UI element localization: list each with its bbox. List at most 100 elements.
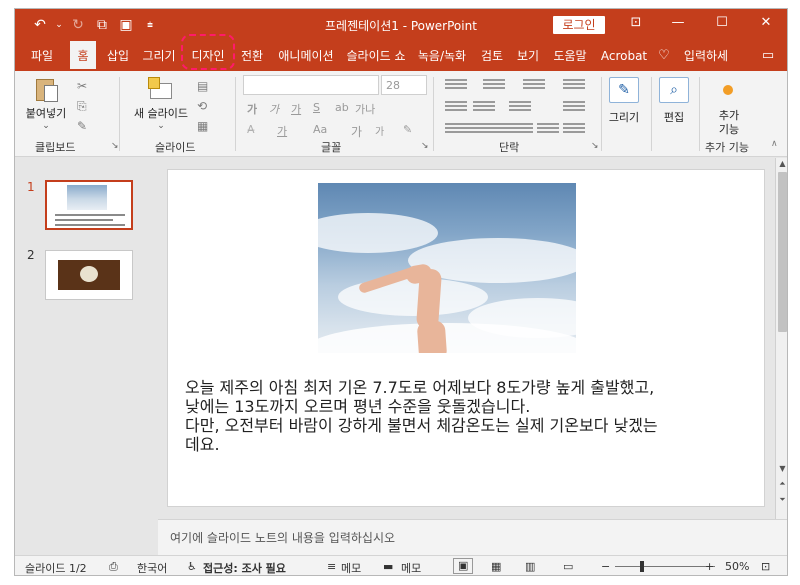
close-icon[interactable]: ✕ — [751, 15, 781, 35]
comments-status-icon[interactable]: ▬ — [383, 560, 393, 573]
tell-me-input[interactable]: 입력하세 — [679, 41, 733, 71]
spellcheck-icon[interactable]: ⎙ — [109, 560, 118, 574]
notes-toggle[interactable]: 메모 — [341, 560, 361, 575]
tab-review[interactable]: 검토 — [477, 41, 507, 71]
fit-to-window-icon[interactable]: ⊡ — [761, 560, 770, 573]
undo-dropdown-icon[interactable]: ⌄ — [55, 15, 63, 35]
paragraph-launcher-icon[interactable]: ↘ — [591, 141, 599, 151]
tab-transitions[interactable]: 전환 — [237, 41, 267, 71]
align-left-icon[interactable] — [445, 123, 467, 137]
numbering-icon[interactable] — [483, 79, 505, 93]
line-spacing-icon[interactable] — [523, 79, 545, 93]
tab-acrobat[interactable]: Acrobat — [599, 41, 649, 71]
highlight-icon[interactable]: ✎ — [403, 123, 412, 136]
slide-body-text[interactable]: 오늘 제주의 아침 최저 기온 7.7도로 어제보다 8도가량 높게 출발했고,… — [185, 378, 745, 454]
decrease-indent-icon[interactable] — [445, 101, 467, 115]
slideshow-view-icon[interactable]: ▭ — [563, 560, 573, 573]
convert-smartart-icon[interactable] — [563, 123, 585, 137]
redo-icon[interactable]: ↻ — [69, 15, 87, 35]
zoom-slider-handle[interactable] — [640, 561, 644, 572]
addins-icon[interactable] — [723, 85, 733, 95]
customize-icon[interactable]: ⩧ — [141, 15, 159, 35]
shadow-button[interactable]: S — [313, 101, 320, 114]
tab-animations[interactable]: 애니메이션 — [273, 41, 339, 71]
align-center-icon[interactable] — [467, 123, 489, 137]
minimize-icon[interactable]: — — [663, 15, 693, 35]
notes-icon[interactable]: ≡ — [327, 560, 336, 573]
comments-toggle[interactable]: 메모 — [401, 560, 421, 575]
bold-button[interactable]: 가 — [247, 101, 257, 117]
paste-button[interactable]: 붙여넣기 ⌄ — [21, 77, 71, 131]
tab-record[interactable]: 녹음/녹화 — [413, 41, 471, 71]
increase-font-button[interactable]: 가 — [351, 123, 362, 140]
vertical-scrollbar[interactable]: ▲ ▼ ⏶ ⏷ — [775, 158, 787, 519]
draw-icon[interactable]: ✎ — [609, 77, 639, 103]
tab-insert[interactable]: 삽입 — [101, 41, 135, 71]
notes-pane[interactable]: 여기에 슬라이드 노트의 내용을 입력하십시오 — [158, 519, 787, 555]
slide-thumbnail-1[interactable] — [45, 180, 133, 230]
tab-file[interactable]: 파일 — [25, 41, 59, 71]
strikethrough-icon[interactable]: ab — [335, 101, 349, 114]
reset-icon[interactable]: ⟲ — [197, 99, 207, 113]
text-direction-icon[interactable] — [563, 79, 585, 93]
tab-help[interactable]: 도움말 — [549, 41, 591, 71]
section-icon[interactable]: ▦ — [197, 119, 208, 133]
copy-icon[interactable]: ⎘ — [77, 99, 87, 114]
underline-button[interactable]: 가 — [291, 101, 301, 117]
zoom-in-icon[interactable]: + — [705, 560, 714, 573]
reading-view-icon[interactable]: ▥ — [525, 560, 535, 573]
edit-button[interactable]: 편집 — [655, 109, 693, 125]
align-text-icon[interactable] — [563, 101, 585, 115]
tab-design[interactable]: 디자인 — [185, 41, 231, 71]
maximize-icon[interactable]: ☐ — [707, 15, 737, 35]
font-name-combobox[interactable] — [243, 75, 379, 95]
draw-button[interactable]: 그리기 — [603, 109, 645, 125]
align-right-icon[interactable] — [489, 123, 511, 137]
tab-view[interactable]: 보기 — [513, 41, 543, 71]
undo-icon[interactable]: ↶ — [31, 15, 49, 35]
normal-view-icon[interactable]: ▣ — [453, 558, 474, 574]
slide-sorter-icon[interactable]: ▦ — [491, 560, 501, 573]
slide-photo[interactable] — [318, 183, 576, 353]
char-spacing-button[interactable]: 가나 — [355, 101, 375, 117]
columns-icon[interactable] — [509, 101, 531, 115]
zoom-level[interactable]: 50% — [725, 560, 749, 573]
login-button[interactable]: 로그인 — [553, 16, 605, 34]
clipboard-launcher-icon[interactable]: ↘ — [111, 141, 119, 151]
decrease-font-button[interactable]: 가 — [375, 123, 384, 138]
next-slide-icon[interactable]: ⏷ — [776, 494, 787, 506]
font-launcher-icon[interactable]: ↘ — [421, 141, 429, 151]
collapse-ribbon-icon[interactable]: ∧ — [771, 139, 778, 149]
change-case-button[interactable]: Aa — [313, 123, 327, 136]
increase-indent-icon[interactable] — [473, 101, 495, 115]
font-size-combobox[interactable]: 28 — [381, 75, 427, 95]
zoom-slider[interactable] — [615, 566, 715, 567]
clear-format-icon[interactable]: A̶ — [247, 123, 255, 136]
bullets-icon[interactable] — [445, 79, 467, 93]
scrollbar-thumb[interactable] — [778, 172, 787, 332]
scroll-up-icon[interactable]: ▲ — [776, 158, 787, 170]
new-slide-button[interactable]: 새 슬라이드 ⌄ — [127, 77, 195, 131]
smartart-icon[interactable] — [537, 123, 559, 137]
addins-button[interactable]: 추가 기능 — [705, 109, 753, 137]
font-color-button[interactable]: 가 — [277, 123, 287, 139]
comments-icon[interactable]: ▭ — [755, 41, 781, 71]
format-painter-icon[interactable]: ✎ — [77, 119, 87, 133]
tab-slideshow[interactable]: 슬라이드 쇼 — [343, 41, 409, 71]
italic-button[interactable]: 가 — [269, 101, 279, 117]
current-slide[interactable]: 오늘 제주의 아침 최저 기온 7.7도로 어제보다 8도가량 높게 출발했고,… — [167, 169, 765, 507]
scroll-down-icon[interactable]: ▼ — [776, 463, 787, 475]
accessibility-icon[interactable]: ♿ — [187, 560, 197, 573]
from-beginning-icon[interactable]: ⧉ — [93, 15, 111, 35]
tab-home[interactable]: 홈 — [70, 41, 96, 71]
layout-icon[interactable]: ▤ — [197, 79, 208, 93]
justify-icon[interactable] — [511, 123, 533, 137]
zoom-out-icon[interactable]: − — [601, 560, 610, 573]
ribbon-display-icon[interactable]: ⊡ — [621, 15, 651, 35]
previous-slide-icon[interactable]: ⏶ — [776, 478, 787, 490]
language-indicator[interactable]: 한국어 — [137, 560, 167, 575]
cut-icon[interactable]: ✂ — [77, 79, 87, 93]
tab-draw[interactable]: 그리기 — [139, 41, 179, 71]
slide-thumbnail-2[interactable] — [45, 250, 133, 300]
save-icon[interactable]: ▣ — [117, 15, 135, 35]
